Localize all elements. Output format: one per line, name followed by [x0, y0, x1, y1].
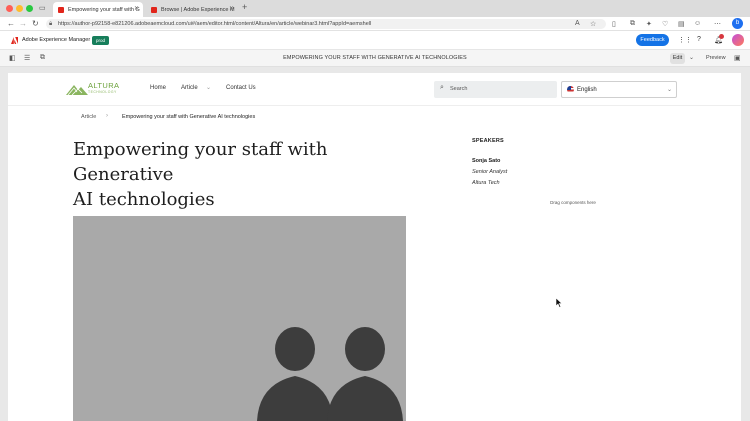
people-placeholder-icon	[257, 327, 403, 421]
preview-button[interactable]: Preview	[706, 55, 726, 61]
annotations-icon[interactable]: ▣	[734, 54, 741, 62]
chevron-down-icon[interactable]: ⌄	[206, 84, 211, 91]
forward-icon[interactable]: →	[19, 19, 27, 28]
logo-wordmark: ALTURA	[88, 81, 120, 90]
speakers-heading: SPEAKERS	[472, 138, 504, 144]
article-title[interactable]: Empowering your staff with Generative AI…	[73, 137, 423, 212]
split-screen-icon[interactable]: ▯	[612, 20, 616, 28]
read-aloud-icon[interactable]: A	[575, 20, 580, 27]
close-tab-icon[interactable]: ✕	[229, 5, 234, 12]
page-preview: ALTURA TECHNOLOGY Home Article ⌄ Contact…	[8, 73, 741, 421]
language-value: English	[577, 87, 597, 93]
user-avatar[interactable]	[732, 34, 744, 46]
hero-image-placeholder[interactable]	[73, 216, 406, 421]
more-menu-icon[interactable]: ⋯	[714, 20, 721, 28]
aem-header: Adobe Experience Manager prod Feedback ⋮…	[0, 31, 750, 50]
adobe-favicon-icon	[58, 6, 64, 13]
collections-icon[interactable]: ▤	[678, 20, 685, 28]
close-window-button[interactable]	[6, 5, 13, 12]
speaker-role[interactable]: Senior Analyst	[472, 169, 507, 175]
lock-icon: 🔒︎	[49, 21, 53, 27]
language-select[interactable]: English ⌄	[561, 81, 677, 98]
apps-grid-icon[interactable]: ⋮⋮	[678, 36, 692, 44]
notification-dot	[719, 34, 724, 39]
nav-article[interactable]: Article	[181, 85, 198, 91]
altura-logo[interactable]: ALTURA TECHNOLOGY	[66, 82, 126, 96]
article-title-line1: Empowering your staff with Generative	[73, 139, 328, 185]
site-search[interactable]: ⌕ Search	[434, 81, 557, 98]
adobe-favicon-icon	[151, 6, 157, 13]
new-tab-button[interactable]: +	[242, 2, 247, 12]
browser-tab-bar: ▭ Empowering your staff with G ✕ Browse …	[0, 0, 750, 17]
reload-icon[interactable]: ↻	[32, 19, 39, 28]
browser-tab[interactable]: Browse | Adobe Experience M ✕	[146, 2, 238, 17]
favorite-star-icon[interactable]: ☆	[590, 20, 596, 28]
close-tab-icon[interactable]: ✕	[134, 5, 139, 12]
address-bar-row: ← → ↻ 🔒︎ https://author-p92158-e821206.a…	[0, 17, 750, 31]
favorites-icon[interactable]: ♡	[662, 20, 668, 28]
aem-app-title[interactable]: Adobe Experience Manager	[22, 37, 90, 43]
edit-mode-button[interactable]: Edit	[670, 53, 685, 64]
speaker-org[interactable]: Altura Tech	[472, 180, 500, 186]
mode-dropdown-chevron-icon[interactable]: ⌄	[689, 54, 694, 61]
header-divider	[8, 105, 741, 106]
speaker-name[interactable]: Sonja Sato	[472, 158, 500, 164]
editor-canvas: ALTURA TECHNOLOGY Home Article ⌄ Contact…	[0, 67, 750, 421]
mountain-logo-icon	[66, 85, 88, 95]
mouse-cursor-icon	[556, 298, 563, 308]
nav-home[interactable]: Home	[150, 85, 166, 91]
adobe-logo-icon[interactable]	[11, 37, 18, 44]
url-field[interactable]: 🔒︎ https://author-p92158-e821206.adobeae…	[46, 19, 606, 29]
article-title-line2: AI technologies	[73, 189, 215, 210]
drop-zone-placeholder[interactable]: Drag components here	[448, 200, 698, 205]
editor-page-title: EMPOWERING YOUR STAFF WITH GENERATIVE AI…	[283, 55, 467, 61]
search-icon: ⌕	[440, 84, 444, 91]
minimize-window-button[interactable]	[16, 5, 23, 12]
chevron-down-icon: ⌄	[667, 87, 673, 93]
back-icon[interactable]: ←	[7, 19, 15, 28]
search-placeholder: Search	[450, 86, 468, 92]
breadcrumb-current: Empowering your staff with Generative AI…	[122, 114, 256, 120]
environment-badge: prod	[92, 36, 109, 45]
extensions-icon[interactable]: ⧉	[630, 20, 635, 28]
help-icon[interactable]: ?	[697, 36, 701, 43]
feedback-button[interactable]: Feedback	[636, 34, 669, 46]
breadcrumb-article[interactable]: Article	[81, 114, 96, 120]
extension-icon[interactable]: ✦	[646, 20, 652, 28]
maximize-window-button[interactable]	[26, 5, 33, 12]
editor-toolbar: ◧ ☰ ⧉ EMPOWERING YOUR STAFF WITH GENERAT…	[0, 50, 750, 67]
logo-subtitle: TECHNOLOGY	[88, 90, 117, 94]
breadcrumb-separator-icon: ›	[106, 113, 108, 119]
nav-contact[interactable]: Contact Us	[226, 85, 256, 91]
browser-tab-active[interactable]: Empowering your staff with G ✕	[53, 2, 143, 17]
copilot-icon[interactable]: b	[732, 18, 743, 29]
url-text: https://author-p92158-e821206.adobeaemcl…	[58, 21, 372, 27]
us-flag-icon	[567, 86, 574, 93]
tab-actions-icon[interactable]: ▭	[39, 4, 46, 12]
tab-title: Browse | Adobe Experience M	[161, 6, 235, 13]
browser-profile-icon[interactable]: ☺	[694, 20, 701, 27]
tab-title: Empowering your staff with G	[68, 6, 140, 13]
